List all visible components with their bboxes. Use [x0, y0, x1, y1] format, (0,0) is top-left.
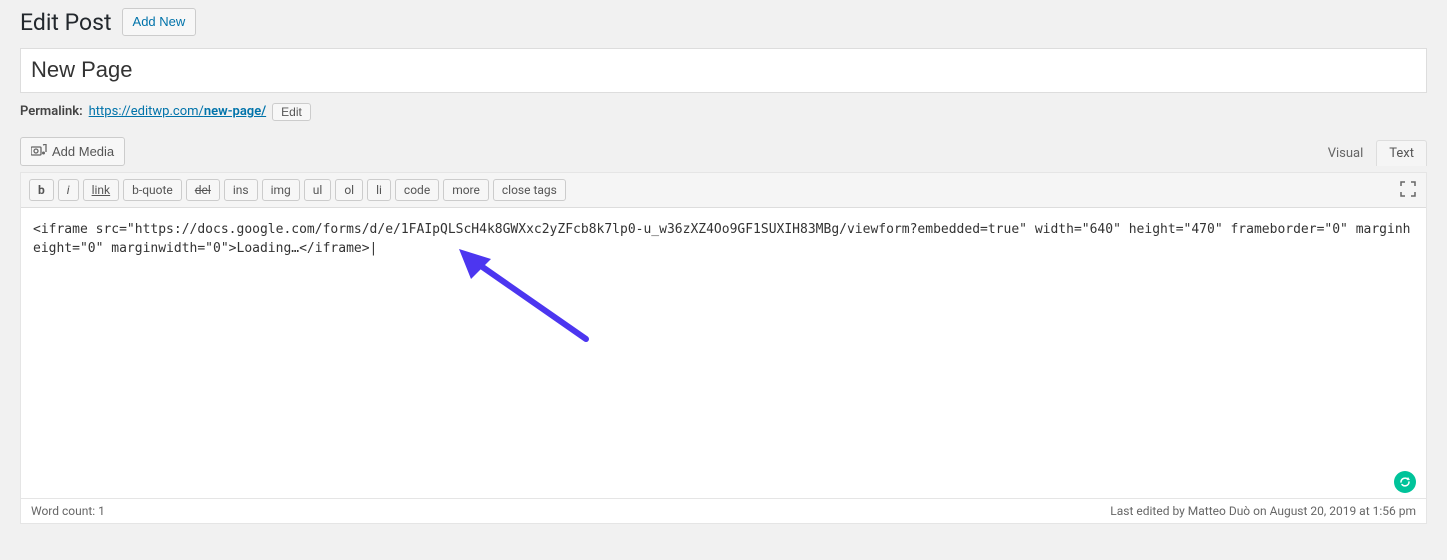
refresh-badge-icon[interactable] [1394, 471, 1416, 493]
editor-container: b i link b-quote del ins img ul ol li co… [20, 172, 1427, 524]
editor-statusbar: Word count: 1 Last edited by Matteo Duò … [21, 498, 1426, 523]
permalink-base: https://editwp.com/ [89, 104, 204, 119]
qt-italic-button[interactable]: i [58, 179, 79, 201]
permalink-label: Permalink: [20, 104, 83, 119]
add-media-button[interactable]: Add Media [20, 137, 125, 166]
qt-ul-button[interactable]: ul [304, 179, 332, 201]
qt-li-button[interactable]: li [367, 179, 391, 201]
quicktags-toolbar: b i link b-quote del ins img ul ol li co… [21, 173, 1426, 208]
permalink-link[interactable]: https://editwp.com/new-page/ [89, 104, 267, 119]
edit-slug-button[interactable]: Edit [272, 103, 311, 121]
add-media-label: Add Media [52, 144, 114, 159]
editor-mode-tabs: Visual Text [1315, 140, 1427, 166]
qt-img-button[interactable]: img [262, 179, 300, 201]
permalink-slug: new-page/ [204, 104, 266, 119]
tab-text[interactable]: Text [1376, 140, 1427, 166]
qt-bold-button[interactable]: b [29, 179, 54, 201]
post-title-input[interactable] [20, 48, 1427, 93]
qt-code-button[interactable]: code [395, 179, 439, 201]
fullscreen-icon[interactable] [1398, 179, 1418, 203]
qt-link-button[interactable]: link [83, 179, 120, 201]
tab-visual[interactable]: Visual [1315, 140, 1377, 166]
qt-more-button[interactable]: more [443, 179, 489, 201]
add-new-button[interactable]: Add New [122, 8, 197, 36]
permalink-row: Permalink: https://editwp.com/new-page/ … [20, 103, 1427, 121]
qt-ins-button[interactable]: ins [224, 179, 258, 201]
qt-ol-button[interactable]: ol [335, 179, 363, 201]
qt-del-button[interactable]: del [186, 179, 220, 201]
camera-music-icon [31, 144, 47, 158]
content-textarea[interactable]: <iframe src="https://docs.google.com/for… [21, 208, 1426, 498]
page-title: Edit Post [20, 9, 112, 36]
word-count: Word count: 1 [31, 504, 105, 518]
qt-close-button[interactable]: close tags [493, 179, 566, 201]
last-edited: Last edited by Matteo Duò on August 20, … [1110, 504, 1416, 518]
qt-bquote-button[interactable]: b-quote [123, 179, 182, 201]
